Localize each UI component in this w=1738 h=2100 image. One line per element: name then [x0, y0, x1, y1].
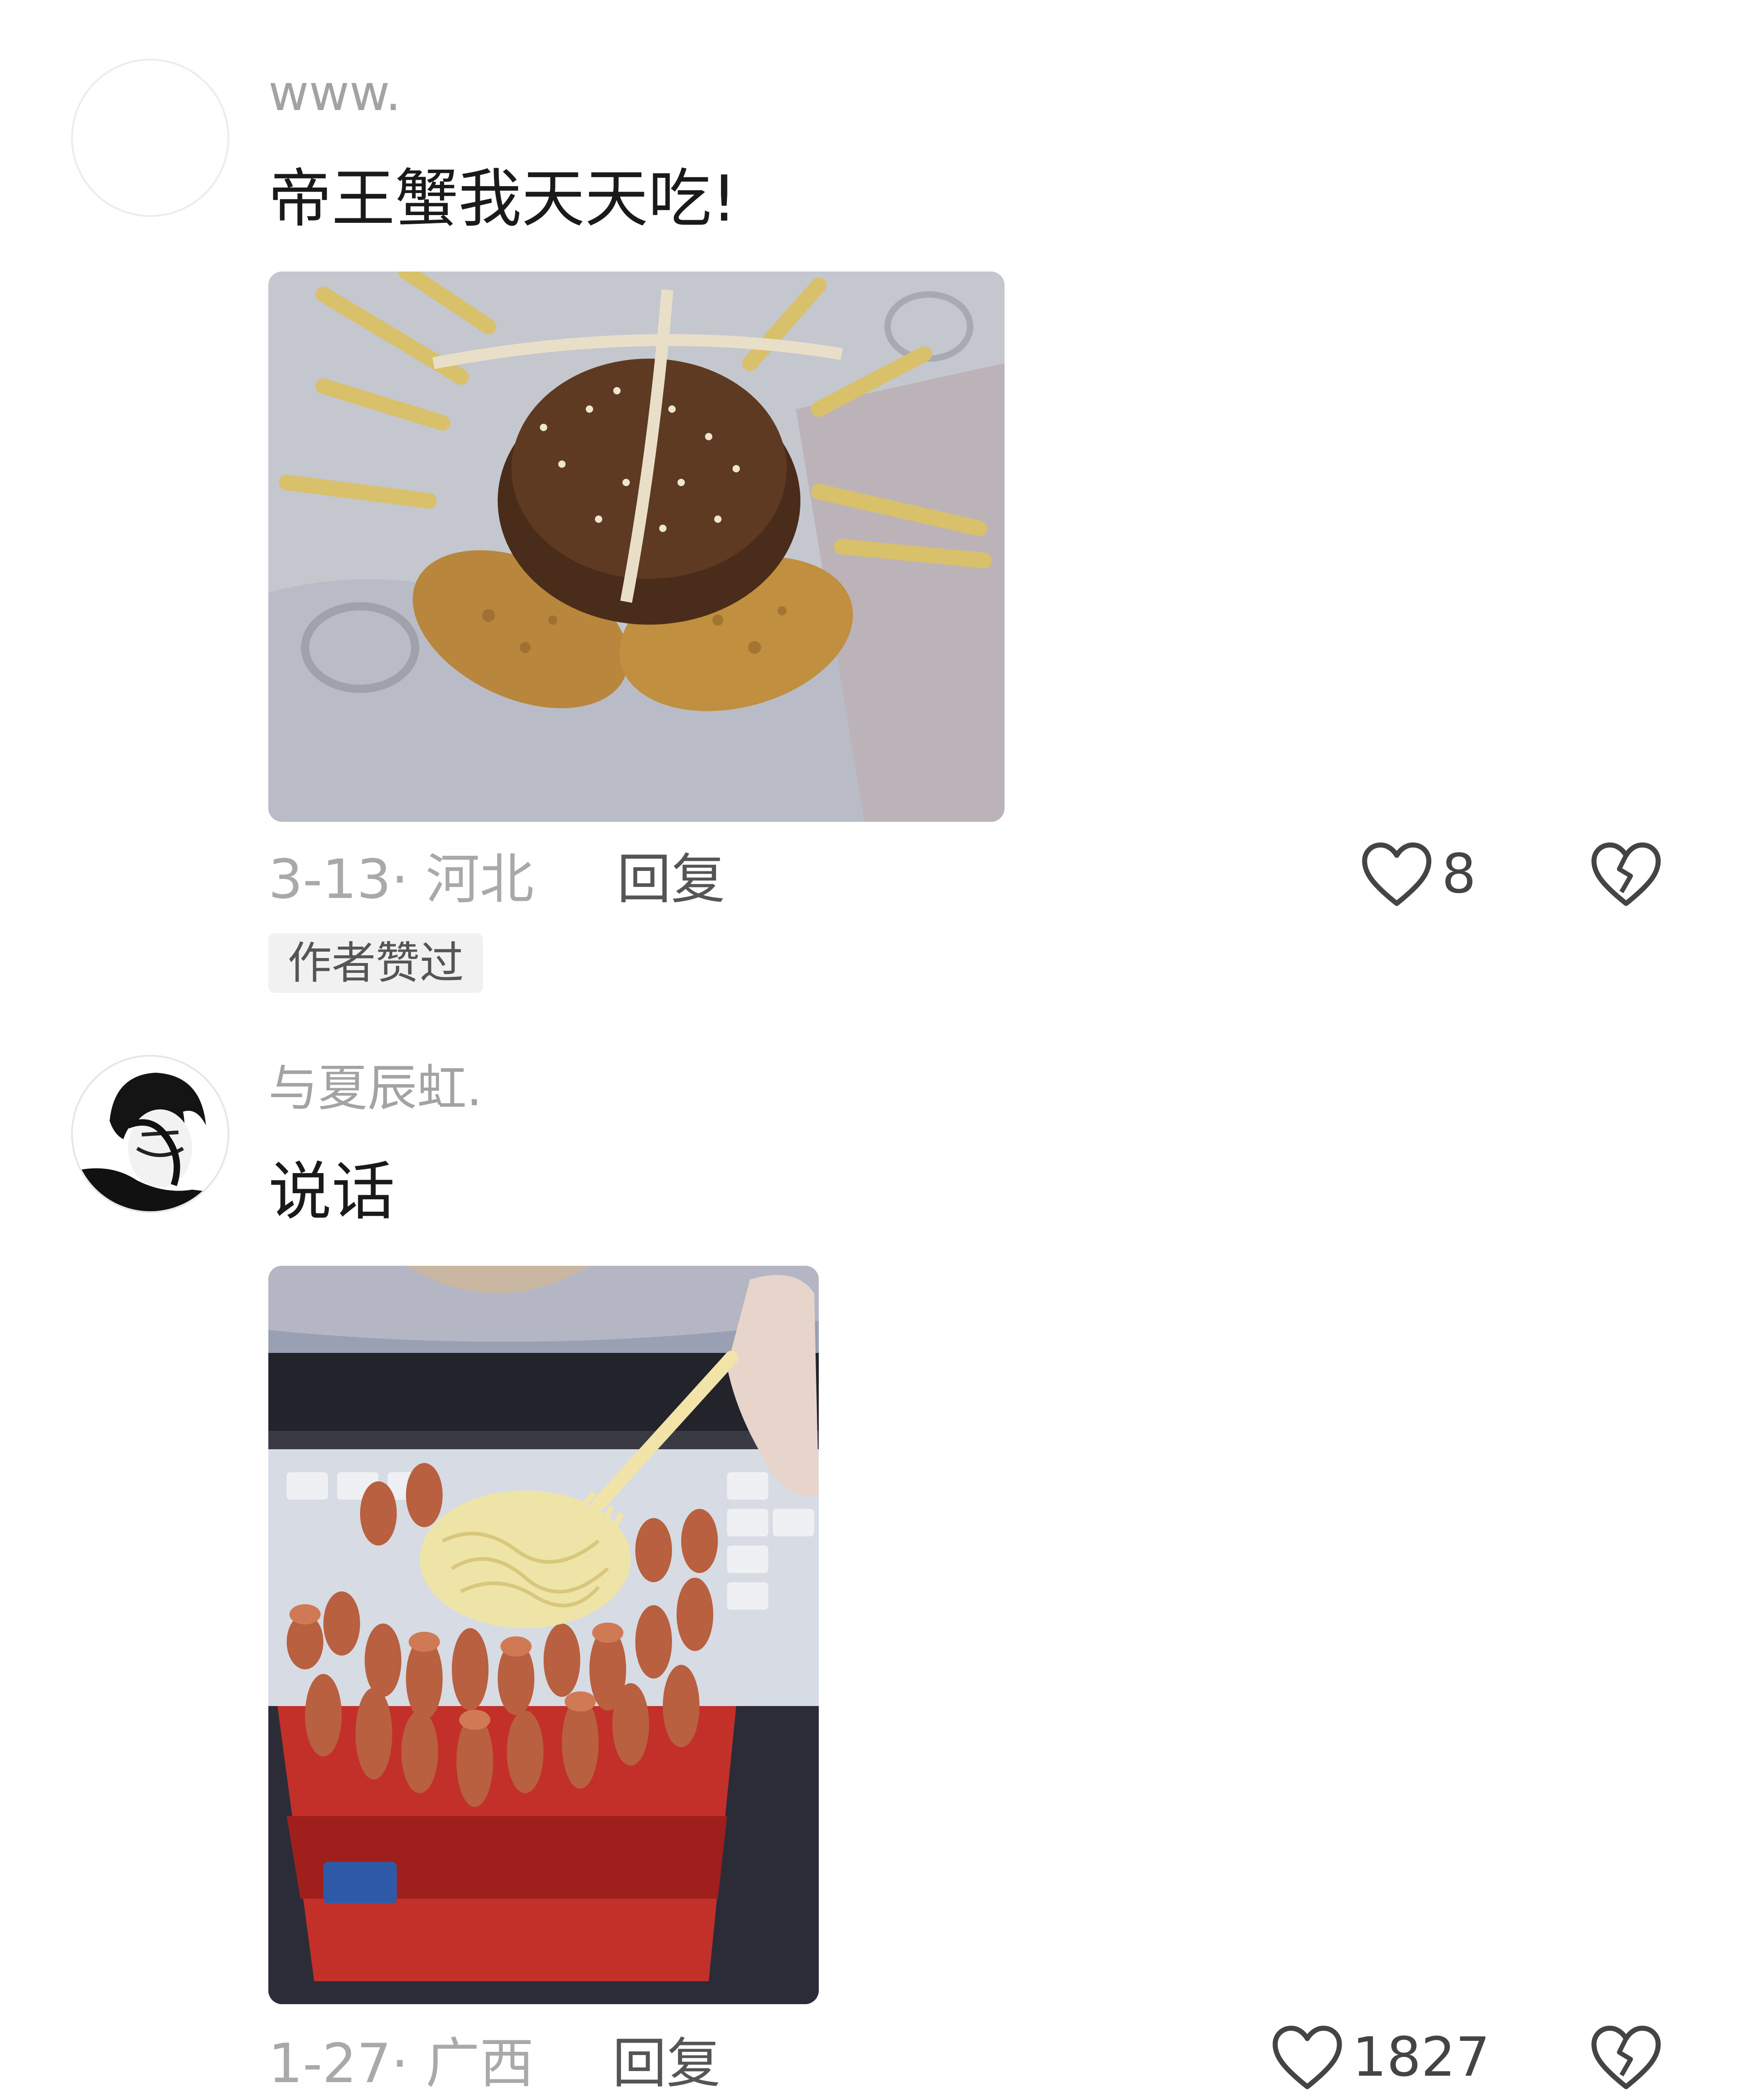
burger-crab-image: [268, 272, 1005, 822]
sketch-portrait-icon: [73, 1057, 228, 1211]
comment-username[interactable]: 与夏辰虹.: [268, 1064, 482, 1114]
meta-separator: ·: [391, 848, 409, 911]
broken-heart-icon: [1591, 2026, 1661, 2089]
dislike-button[interactable]: [1589, 839, 1663, 908]
comment-text: 说话: [268, 1155, 395, 1229]
comment-date: 1-27: [268, 2032, 391, 2095]
comment-location: 河北: [425, 848, 534, 911]
author-liked-badge: 作者赞过: [268, 933, 483, 993]
reply-button[interactable]: 回复: [617, 852, 725, 906]
comment-meta: 1-27· 广西: [268, 2036, 534, 2090]
dislike-button[interactable]: [1589, 2022, 1663, 2091]
like-count: 1827: [1352, 2025, 1490, 2089]
comment-meta: 3-13· 河北: [268, 852, 534, 906]
reply-button[interactable]: 回复: [612, 2036, 721, 2090]
user-avatar[interactable]: [71, 1055, 229, 1213]
noodle-sausage-cup-image: [268, 1266, 819, 2004]
like-count: 8: [1442, 842, 1477, 905]
comment-item: 与夏辰虹. 说话 1-27· 广西 回复 1827: [0, 1009, 1738, 2100]
meta-separator: ·: [391, 2032, 409, 2095]
comment-photo[interactable]: [268, 272, 1005, 822]
broken-heart-icon: [1591, 842, 1661, 906]
comment-item: www. 帝王蟹我天天吃! 3-13· 河北 回复 8 作者赞过: [0, 0, 1738, 1009]
like-button[interactable]: 8: [1360, 839, 1476, 908]
comment-location: 广西: [425, 2032, 534, 2095]
user-avatar[interactable]: [71, 59, 229, 217]
comment-photo[interactable]: [268, 1266, 819, 2004]
comment-username[interactable]: www.: [268, 69, 401, 118]
comment-text: 帝王蟹我天天吃!: [268, 162, 737, 236]
comment-date: 3-13: [268, 848, 391, 911]
heart-outline-icon: [1362, 842, 1432, 906]
like-button[interactable]: 1827: [1271, 2022, 1490, 2091]
heart-outline-icon: [1272, 2026, 1342, 2089]
